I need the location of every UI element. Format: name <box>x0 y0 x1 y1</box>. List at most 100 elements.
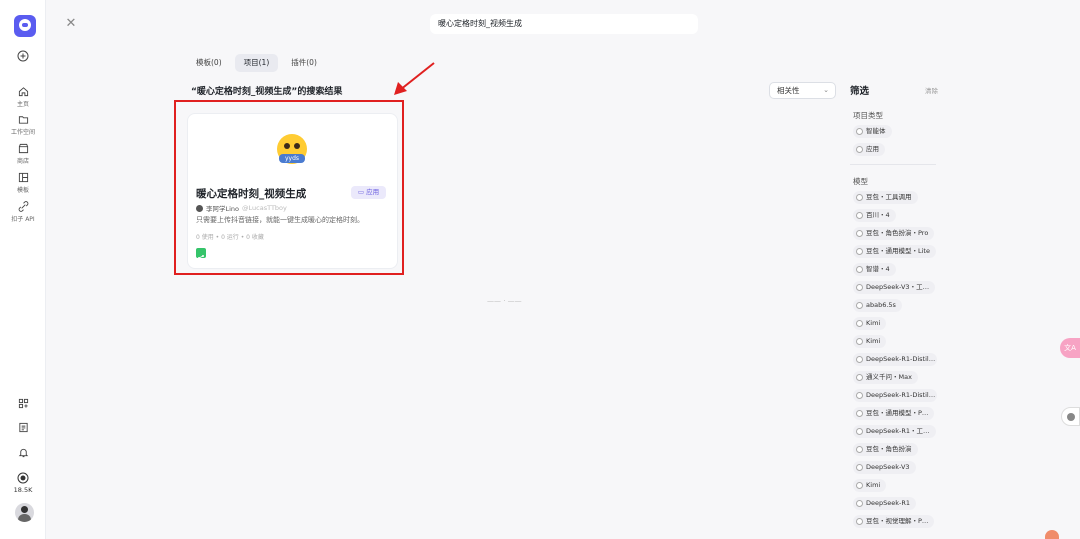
filter-option-label: DeepSeek-V3 <box>866 463 910 471</box>
document-icon <box>18 422 28 433</box>
radio-icon <box>856 446 863 453</box>
radio-icon <box>856 464 863 471</box>
filter-model[interactable]: 豆包・工具调用 <box>853 191 918 204</box>
filter-option-label: DeepSeek-R1・工… <box>866 427 930 435</box>
radio-icon <box>856 320 863 327</box>
filter-option-label: 百川・4 <box>866 211 890 219</box>
close-icon[interactable]: ✕ <box>64 17 78 31</box>
radio-icon <box>856 518 863 525</box>
filter-model[interactable]: DeepSeek-V3 <box>853 461 916 474</box>
filter-option-label: DeepSeek-R1-Distil… <box>866 391 936 399</box>
radio-icon <box>856 428 863 435</box>
grid-plus-icon <box>18 398 28 409</box>
home-icon <box>18 87 28 97</box>
filter-model[interactable]: 豆包・通用模型・P… <box>853 407 935 420</box>
filter-model[interactable]: 豆包・角色扮演・Pro <box>853 227 935 240</box>
filter-option-label: DeepSeek-R1 <box>866 499 911 507</box>
filter-model[interactable]: 智谱・4 <box>853 263 896 276</box>
filter-model[interactable]: Kimi <box>853 317 887 330</box>
bell-icon <box>18 448 28 458</box>
filter-model[interactable]: 豆包・角色扮演 <box>853 443 918 456</box>
results-heading: “暖心定格时刻_视频生成”的搜索结果 <box>191 87 343 97</box>
filter-option-label: 智能体 <box>866 127 886 135</box>
sort-value: 相关性 <box>777 86 800 95</box>
filter-option-label: 智谱・4 <box>866 265 890 273</box>
radio-icon <box>856 194 863 201</box>
tab-plugins[interactable]: 插件(0) <box>282 54 326 72</box>
points-count: 18.5K <box>13 486 33 494</box>
radio-icon <box>856 374 863 381</box>
radio-icon <box>856 146 863 153</box>
tab-templates[interactable]: 模板(0) <box>187 54 231 72</box>
filter-model[interactable]: Kimi <box>853 479 887 492</box>
result-tabs: 模板(0) 项目(1) 插件(0) <box>187 54 326 72</box>
filter-option-label: 豆包・通用模型・P… <box>866 409 929 417</box>
points-button[interactable]: 18.5K <box>0 472 46 494</box>
filter-divider <box>850 164 936 165</box>
filter-title: 筛选 <box>850 86 870 97</box>
translate-icon[interactable]: 文A <box>1060 338 1080 358</box>
sidebar-item-api[interactable]: 扣子 API <box>0 201 46 223</box>
assistant-icon[interactable] <box>1061 407 1080 426</box>
chat-bubble-icon[interactable] <box>1045 530 1059 539</box>
highlight-box <box>174 100 404 275</box>
filter-model[interactable]: 豆包・视觉理解・P… <box>853 515 935 528</box>
app-logo-icon[interactable] <box>14 15 36 37</box>
filter-model[interactable]: 通义千问・Max <box>853 371 918 384</box>
filter-model[interactable]: Kimi <box>853 335 887 348</box>
sidebar-item-home[interactable]: 主页 <box>0 86 46 108</box>
radio-icon <box>856 410 863 417</box>
filter-option-label: 应用 <box>866 145 879 153</box>
user-avatar[interactable] <box>15 503 34 522</box>
radio-icon <box>856 392 863 399</box>
filter-model[interactable]: 豆包・通用模型・Lite <box>853 245 936 258</box>
list-end-marker: —— · —— <box>487 297 522 305</box>
notifications-button[interactable] <box>0 447 46 458</box>
filter-model[interactable]: DeepSeek-R1-Distil… <box>853 389 937 402</box>
filter-project-type[interactable]: 应用 <box>853 143 885 156</box>
folder-icon <box>18 116 28 124</box>
apps-button[interactable] <box>0 398 46 409</box>
clear-filters-link[interactable]: 清除 <box>925 85 938 95</box>
radio-icon <box>856 284 863 291</box>
filter-model[interactable]: DeepSeek-R1・工… <box>853 425 936 438</box>
filter-model[interactable]: DeepSeek-R1 <box>853 497 917 510</box>
create-button[interactable] <box>0 50 46 62</box>
filter-model[interactable]: DeepSeek-V3・工… <box>853 281 936 294</box>
annotation-arrow-icon <box>394 62 435 95</box>
filter-model[interactable]: DeepSeek-R1-Distil… <box>853 353 937 366</box>
filter-model[interactable]: abab6.5s <box>853 299 902 312</box>
filter-option-label: 豆包・视觉理解・P… <box>866 517 929 525</box>
sidebar-item-templates[interactable]: 模板 <box>0 172 46 194</box>
filter-option-label: DeepSeek-V3・工… <box>866 283 930 291</box>
filter-option-label: abab6.5s <box>866 301 896 309</box>
filter-model[interactable]: 百川・4 <box>853 209 896 222</box>
filter-option-label: 通义千问・Max <box>866 373 912 381</box>
sidebar-label: 模板 <box>16 187 29 194</box>
radio-icon <box>856 356 863 363</box>
plus-circle-icon <box>17 50 29 62</box>
radio-icon <box>856 302 863 309</box>
search-input[interactable]: 暖心定格时刻_视频生成 <box>430 14 698 34</box>
radio-icon <box>856 500 863 507</box>
sidebar-item-store[interactable]: 商店 <box>0 143 46 165</box>
filter-option-label: 豆包・角色扮演 <box>866 445 912 453</box>
radio-icon <box>856 230 863 237</box>
filter-option-label: Kimi <box>866 337 881 345</box>
tab-projects[interactable]: 项目(1) <box>234 54 279 72</box>
radio-icon <box>856 248 863 255</box>
filter-option-label: Kimi <box>866 319 881 327</box>
store-icon <box>18 143 28 154</box>
sidebar-item-workspace[interactable]: 工作空间 <box>0 114 46 136</box>
radio-icon <box>856 266 863 273</box>
left-sidebar: 主页 工作空间 商店 模板 扣子 API 18.5K <box>0 0 46 539</box>
template-icon <box>18 172 28 183</box>
docs-button[interactable] <box>0 422 46 433</box>
filter-option-label: 豆包・通用模型・Lite <box>866 247 930 255</box>
filter-option-label: Kimi <box>866 481 881 489</box>
filter-option-label: 豆包・角色扮演・Pro <box>866 229 929 237</box>
filter-option-label: 豆包・工具调用 <box>866 193 912 201</box>
sidebar-label: 扣子 API <box>11 216 35 223</box>
sort-dropdown[interactable]: 相关性 ⌄ <box>769 82 836 99</box>
filter-project-type[interactable]: 智能体 <box>853 125 892 138</box>
